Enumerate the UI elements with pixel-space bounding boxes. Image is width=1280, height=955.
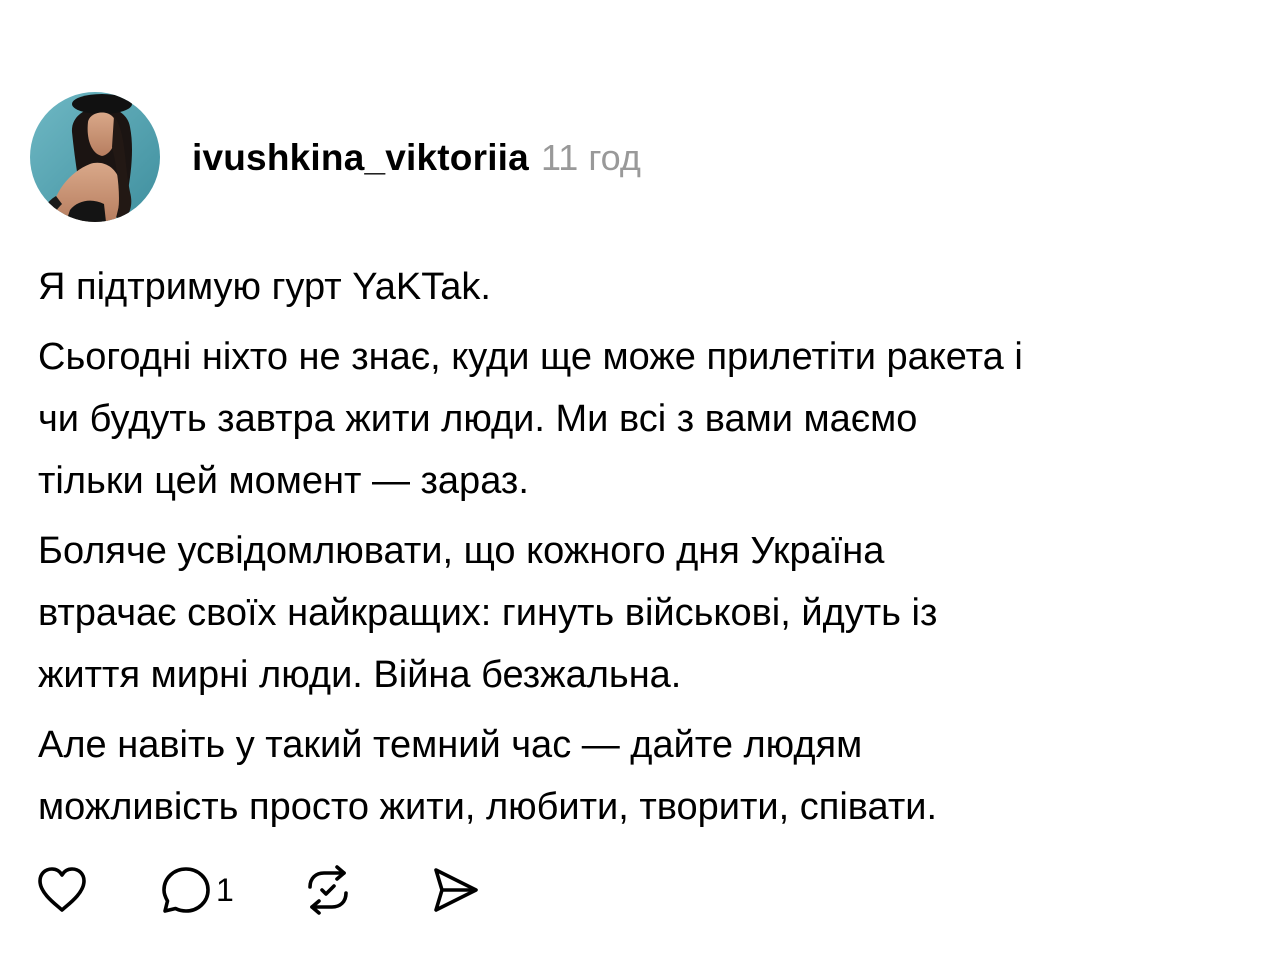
share-button[interactable] [430,862,482,918]
send-icon [430,865,482,915]
reply-button[interactable]: 1 [160,862,234,918]
post-paragraph-1: Я підтримую гурт YaKTak. [38,266,491,308]
post-actions: 1 [36,862,482,918]
post-meta: ivushkina_viktoriia 11 год [192,137,641,179]
comment-icon [160,865,212,915]
post-paragraph-3: Боляче усвідомлювати, що кожного дня Укр… [38,530,938,696]
post-timestamp[interactable]: 11 год [541,137,641,179]
repost-icon [302,865,354,915]
post-body: Я підтримую гурт YaKTak. Сьогодні ніхто … [38,256,1263,846]
post-paragraph-4: Але навіть у такий темний час — дайте лю… [38,724,938,828]
avatar[interactable] [30,92,160,222]
heart-icon [36,866,88,914]
reply-count: 1 [216,871,234,908]
post-paragraph-2: Сьогодні ніхто не знає, куди ще може при… [38,336,1023,502]
like-button[interactable] [36,862,90,918]
repost-button[interactable] [302,862,354,918]
thread-post: ivushkina_viktoriia 11 год Я підтримую г… [0,0,1280,955]
username-link[interactable]: ivushkina_viktoriia [192,137,529,179]
post-header: ivushkina_viktoriia 11 год [30,92,641,222]
